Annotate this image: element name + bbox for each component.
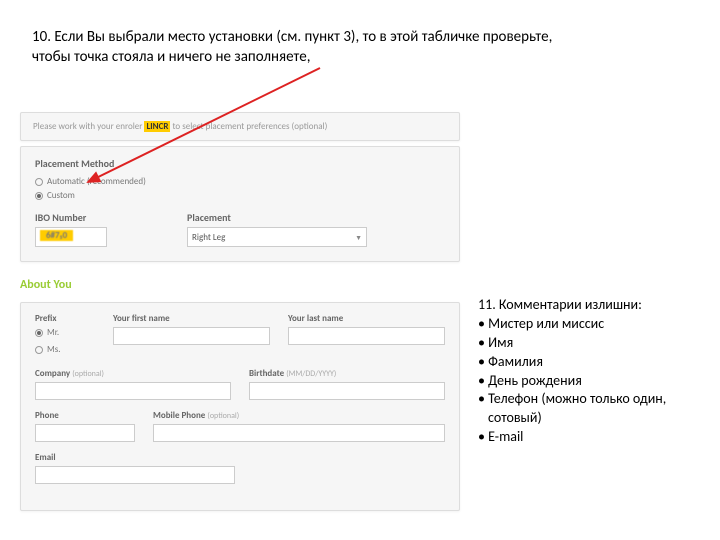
radio-icon	[35, 178, 43, 186]
last-name-label: Your last name	[288, 313, 445, 324]
radio-icon-selected	[35, 192, 43, 200]
placement-label: Placement	[187, 211, 367, 224]
birthdate-input[interactable]	[249, 382, 445, 400]
radio-mr[interactable]: Mr.	[35, 327, 95, 338]
ibo-input[interactable]: 6#7₅0	[35, 227, 107, 247]
instruction-step-11: 11. Комментарии излишни: Мистер или мисс…	[478, 296, 698, 447]
phone-label: Phone	[35, 410, 135, 421]
birthdate-label: Birthdate (MM/DD/YYYY)	[249, 368, 445, 379]
email-label: Email	[35, 452, 445, 463]
about-you-heading: About You	[20, 278, 72, 292]
placement-panel: Placement Method Automatic (recommended)…	[20, 146, 460, 262]
about-you-panel: Prefix Mr. Ms. Your first name Your last…	[20, 302, 460, 511]
first-name-input[interactable]	[113, 327, 270, 345]
phone-input[interactable]	[35, 424, 135, 442]
radio-custom[interactable]: Custom	[35, 190, 445, 201]
placement-method-heading: Placement Method	[35, 157, 445, 170]
company-input[interactable]	[35, 382, 231, 400]
mobile-input[interactable]	[153, 424, 445, 442]
radio-automatic[interactable]: Automatic (recommended)	[35, 176, 445, 187]
instruction-step-10: 10. Если Вы выбрали место установки (см.…	[32, 28, 582, 67]
ibo-label: IBO Number	[35, 211, 107, 224]
enroller-highlight: LINCR	[144, 121, 170, 132]
enroller-notice: Please work with your enroler LINCR to s…	[20, 112, 460, 141]
email-input[interactable]	[35, 466, 235, 484]
company-label: Company (optional)	[35, 368, 231, 379]
last-name-input[interactable]	[288, 327, 445, 345]
mobile-label: Mobile Phone (optional)	[153, 410, 445, 421]
callout-title: 11. Комментарии излишни:	[478, 296, 698, 315]
placement-select[interactable]: Right Leg	[187, 227, 367, 247]
first-name-label: Your first name	[113, 313, 270, 324]
prefix-label: Prefix	[35, 313, 95, 324]
radio-ms[interactable]: Ms.	[35, 344, 95, 355]
